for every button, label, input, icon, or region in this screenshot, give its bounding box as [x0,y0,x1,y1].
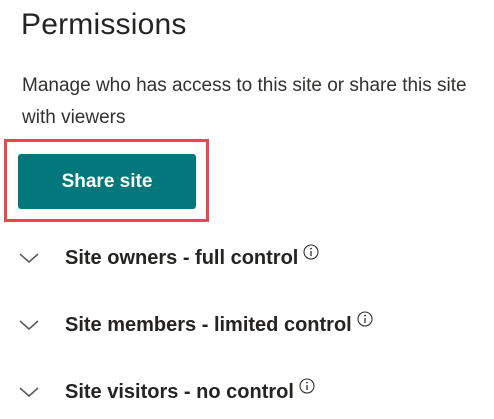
group-site-visitors[interactable]: Site visitors - no control [18,377,315,407]
chevron-down-icon[interactable] [18,251,40,265]
group-label: Site members - limited control [65,313,352,336]
chevron-down-icon[interactable] [18,318,40,332]
info-icon[interactable] [357,311,373,327]
group-label: Site owners - full control [65,246,299,269]
group-site-owners[interactable]: Site owners - full control [18,243,319,273]
info-icon[interactable] [303,244,319,260]
share-site-button[interactable]: Share site [18,154,196,209]
permissions-title: Permissions [21,8,187,41]
chevron-down-icon[interactable] [18,385,40,399]
permissions-description: Manage who has access to this site or sh… [22,75,467,128]
group-site-members[interactable]: Site members - limited control [18,310,373,340]
info-icon[interactable] [299,378,315,394]
group-label: Site visitors - no control [65,380,294,403]
